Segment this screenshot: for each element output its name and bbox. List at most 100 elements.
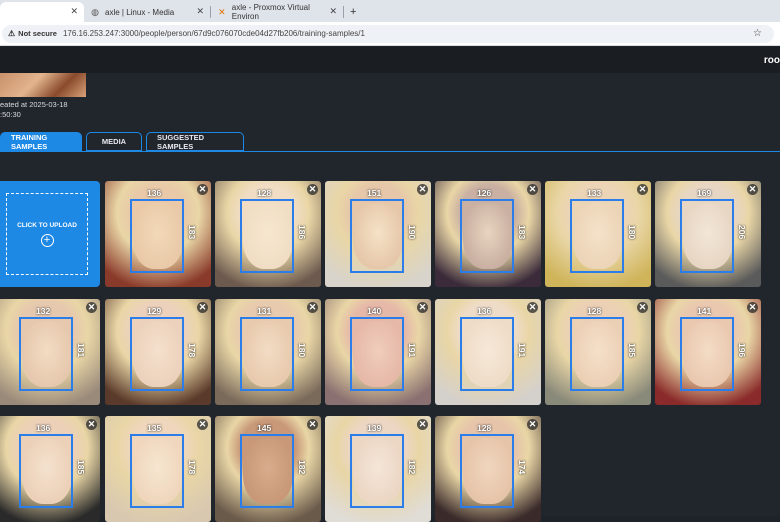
box-height-label: 191 — [517, 343, 527, 358]
remove-sample-icon[interactable]: ✕ — [527, 184, 538, 195]
box-height-label: 174 — [517, 460, 527, 475]
training-sample[interactable]: 136 185 ✕ — [0, 416, 100, 522]
box-height-label: 190 — [407, 225, 417, 240]
face-bounding-box — [350, 199, 404, 273]
box-width-label: 128 — [257, 188, 272, 198]
remove-sample-icon[interactable]: ✕ — [197, 419, 208, 430]
box-width-label: 135 — [147, 423, 162, 433]
training-sample[interactable]: 141 196 ✕ — [655, 299, 761, 405]
browser-tab-media[interactable]: ◍ axle | Linux - Media ✕ — [84, 2, 210, 22]
face-bounding-box — [350, 317, 404, 391]
face-bounding-box — [19, 317, 73, 391]
face-bounding-box — [130, 199, 184, 273]
face-bounding-box — [240, 317, 294, 391]
face-bounding-box — [680, 199, 734, 273]
box-height-label: 181 — [76, 343, 86, 358]
browser-tab-title: axle | Linux - Media — [105, 7, 175, 17]
face-bounding-box — [130, 317, 184, 391]
box-width-label: 145 — [257, 423, 272, 433]
tab-suggested-samples[interactable]: SUGGESTED SAMPLES — [146, 132, 244, 151]
browser-tab-proxmox[interactable]: ✕ axle - Proxmox Virtual Environ ✕ — [211, 2, 343, 22]
remove-sample-icon[interactable]: ✕ — [307, 419, 318, 430]
add-circle-icon: + — [40, 233, 54, 247]
close-tab-icon[interactable]: ✕ — [70, 6, 78, 17]
training-sample[interactable]: 128 185 ✕ — [545, 299, 651, 405]
remove-sample-icon[interactable]: ✕ — [86, 419, 97, 430]
training-sample[interactable]: 136 183 ✕ — [105, 181, 211, 287]
person-avatar — [0, 73, 86, 97]
training-sample[interactable]: 145 182 ✕ — [215, 416, 321, 522]
close-tab-icon[interactable]: ✕ — [329, 6, 337, 17]
remove-sample-icon[interactable]: ✕ — [637, 302, 648, 313]
remove-sample-icon[interactable]: ✕ — [747, 184, 758, 195]
face-bounding-box — [460, 199, 514, 273]
box-width-label: 136 — [477, 306, 492, 316]
face-bounding-box — [130, 434, 184, 508]
training-sample[interactable]: 136 191 ✕ — [435, 299, 541, 405]
remove-sample-icon[interactable]: ✕ — [197, 302, 208, 313]
created-at-date: eated at 2025-03-18 — [0, 100, 68, 109]
bookmark-star-icon[interactable]: ☆ — [753, 28, 762, 39]
box-width-label: 128 — [587, 306, 602, 316]
training-sample[interactable]: 140 191 ✕ — [325, 299, 431, 405]
box-height-label: 183 — [517, 225, 527, 240]
face-bounding-box — [350, 434, 404, 508]
training-sample[interactable]: 126 183 ✕ — [435, 181, 541, 287]
tab-training-samples[interactable]: TRAINING SAMPLES — [0, 132, 82, 151]
training-sample[interactable]: 129 178 ✕ — [105, 299, 211, 405]
box-height-label: 185 — [627, 343, 637, 358]
remove-sample-icon[interactable]: ✕ — [527, 419, 538, 430]
browser-tab-strip: ✕ ◍ axle | Linux - Media ✕ ✕ axle - Prox… — [0, 0, 780, 22]
remove-sample-icon[interactable]: ✕ — [417, 184, 428, 195]
training-sample[interactable]: 135 178 ✕ — [105, 416, 211, 522]
person-tabs: TRAINING SAMPLES MEDIA SUGGESTED SAMPLES — [0, 132, 248, 151]
box-width-label: 151 — [367, 188, 382, 198]
remove-sample-icon[interactable]: ✕ — [307, 184, 318, 195]
security-indicator[interactable]: ⚠ Not secure — [8, 29, 63, 38]
training-sample[interactable]: 139 182 ✕ — [325, 416, 431, 522]
training-sample[interactable]: 169 206 ✕ — [655, 181, 761, 287]
globe-icon: ◍ — [91, 6, 99, 17]
browser-tab-title: axle - Proxmox Virtual Environ — [231, 3, 310, 21]
training-sample[interactable]: 131 180 ✕ — [215, 299, 321, 405]
box-width-label: 169 — [697, 188, 712, 198]
training-sample[interactable]: 151 190 ✕ — [325, 181, 431, 287]
remove-sample-icon[interactable]: ✕ — [417, 419, 428, 430]
remove-sample-icon[interactable]: ✕ — [307, 302, 318, 313]
remove-sample-icon[interactable]: ✕ — [527, 302, 538, 313]
omnibox[interactable]: ⚠ Not secure 176.16.253.247:3000/people/… — [2, 24, 774, 43]
upload-dropzone[interactable]: CLICK TO UPLOAD + — [6, 193, 88, 275]
tab-media[interactable]: MEDIA — [86, 132, 142, 151]
training-sample[interactable]: 128 174 ✕ — [435, 416, 541, 522]
remove-sample-icon[interactable]: ✕ — [417, 302, 428, 313]
created-at: eated at 2025-03-18 :50:30 — [0, 100, 68, 120]
face-bounding-box — [460, 434, 514, 508]
warning-icon: ⚠ — [8, 29, 16, 38]
box-height-label: 180 — [627, 225, 637, 240]
url-text[interactable]: 176.16.253.247:3000/people/person/67d9c0… — [63, 29, 365, 38]
upload-label: CLICK TO UPLOAD — [17, 221, 77, 229]
created-at-time: :50:30 — [0, 110, 21, 119]
box-height-label: 178 — [187, 460, 197, 475]
close-tab-icon[interactable]: ✕ — [196, 6, 204, 17]
training-sample[interactable]: 132 181 ✕ — [0, 299, 100, 405]
browser-tab-active[interactable]: ✕ — [0, 2, 84, 22]
face-bounding-box — [240, 199, 294, 273]
box-width-label: 136 — [147, 188, 162, 198]
face-bounding-box — [570, 199, 624, 273]
remove-sample-icon[interactable]: ✕ — [86, 302, 97, 313]
upload-button[interactable]: CLICK TO UPLOAD + — [0, 181, 100, 287]
remove-sample-icon[interactable]: ✕ — [747, 302, 758, 313]
box-height-label: 182 — [297, 460, 307, 475]
box-height-label: 185 — [76, 460, 86, 475]
box-width-label: 141 — [697, 306, 712, 316]
remove-sample-icon[interactable]: ✕ — [637, 184, 648, 195]
address-bar: ⚠ Not secure 176.16.253.247:3000/people/… — [0, 22, 780, 46]
user-name[interactable]: roo — [764, 55, 780, 66]
face-bounding-box — [680, 317, 734, 391]
remove-sample-icon[interactable]: ✕ — [197, 184, 208, 195]
training-sample[interactable]: 128 186 ✕ — [215, 181, 321, 287]
box-height-label: 178 — [187, 343, 197, 358]
new-tab-button[interactable]: + — [344, 6, 362, 22]
training-sample[interactable]: 133 180 ✕ — [545, 181, 651, 287]
